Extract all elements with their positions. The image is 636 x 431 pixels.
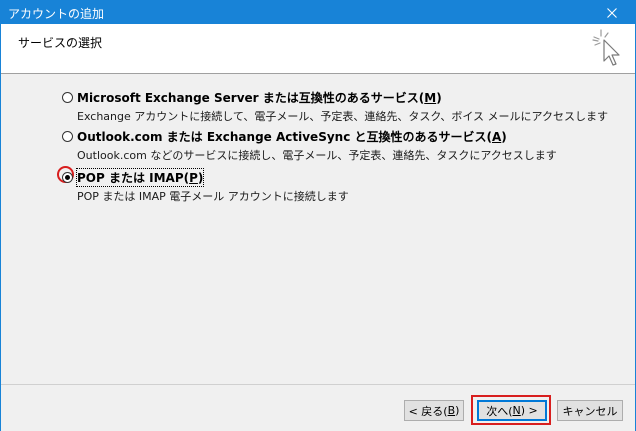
cancel-button[interactable]: キャンセル bbox=[557, 400, 623, 421]
radio-outlook-com[interactable] bbox=[62, 130, 73, 142]
option-outlook-com[interactable]: Outlook.com または Exchange ActiveSync と互換性… bbox=[62, 128, 557, 163]
option-pop-imap[interactable]: POP または IMAP(P) POP または IMAP 電子メール アカウント… bbox=[57, 166, 349, 204]
option-pop-imap-label[interactable]: POP または IMAP(P) bbox=[75, 167, 205, 187]
option-exchange-description: Exchange アカウントに接続して、電子メール、予定表、連絡先、タスク、ボイ… bbox=[77, 110, 608, 123]
wizard-cursor-icon bbox=[592, 29, 620, 66]
option-exchange[interactable]: Microsoft Exchange Server または互換性のあるサービス(… bbox=[62, 89, 608, 124]
option-outlook-com-label[interactable]: Outlook.com または Exchange ActiveSync と互換性… bbox=[77, 128, 507, 145]
radio-exchange[interactable] bbox=[62, 91, 73, 103]
option-exchange-label[interactable]: Microsoft Exchange Server または互換性のあるサービス(… bbox=[77, 89, 442, 106]
dialog-window: アカウントの追加 サービスの選択 Microsoft Exchange Serv… bbox=[0, 0, 636, 431]
options-panel: Microsoft Exchange Server または互換性のあるサービス(… bbox=[1, 74, 635, 384]
wizard-header: サービスの選択 bbox=[1, 24, 635, 74]
window-title: アカウントの追加 bbox=[8, 7, 105, 21]
next-button[interactable]: 次へ(N) > bbox=[477, 400, 547, 421]
close-button[interactable] bbox=[589, 1, 635, 24]
option-outlook-com-description: Outlook.com などのサービスに接続し、電子メール、予定表、連絡先、タス… bbox=[77, 149, 557, 162]
radio-pop-imap[interactable] bbox=[62, 171, 73, 183]
option-pop-imap-description: POP または IMAP 電子メール アカウントに接続します bbox=[77, 190, 349, 203]
close-icon bbox=[607, 7, 617, 18]
button-bar: < 戻る(B) 次へ(N) > キャンセル bbox=[1, 384, 635, 431]
title-bar: アカウントの追加 bbox=[1, 1, 635, 24]
back-button[interactable]: < 戻る(B) bbox=[404, 400, 464, 421]
page-heading: サービスの選択 bbox=[18, 36, 103, 50]
